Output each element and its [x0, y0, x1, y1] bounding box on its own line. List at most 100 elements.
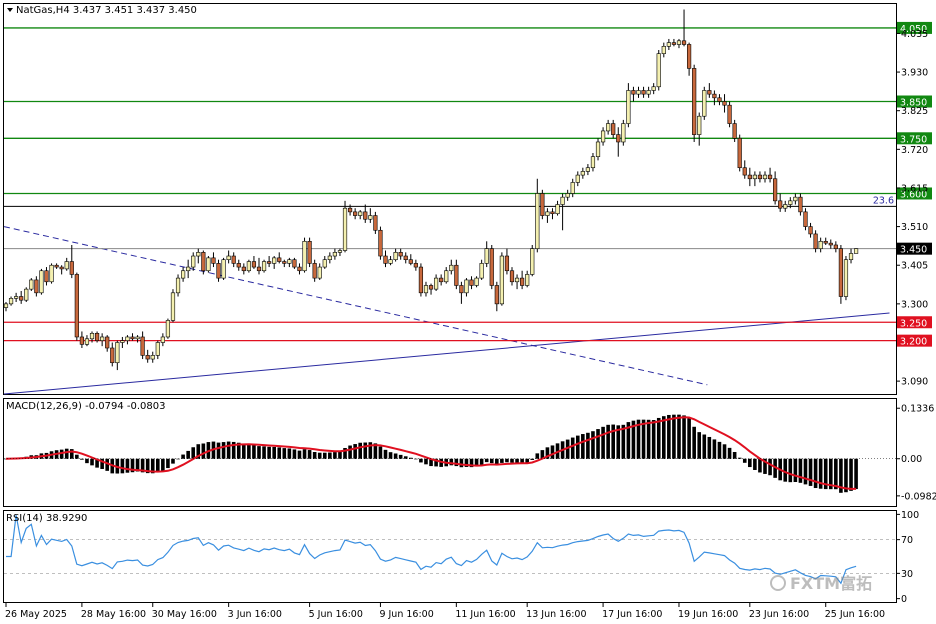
time-tick-label: 25 Jun 16:00	[825, 609, 885, 620]
candle-body	[272, 257, 277, 264]
candle-body	[474, 277, 479, 286]
candle-body	[24, 288, 29, 301]
candle-body	[752, 174, 757, 180]
candle-body	[692, 68, 697, 135]
candle-body	[297, 266, 302, 272]
candle-body	[327, 255, 332, 261]
candle-body	[565, 193, 570, 198]
candle-body	[322, 259, 327, 268]
candle-body	[256, 266, 262, 272]
candle-body	[317, 266, 322, 279]
macd-bar	[834, 458, 838, 490]
candle-body	[818, 241, 823, 249]
macd-bar	[171, 458, 175, 464]
macd-bar	[662, 416, 666, 459]
candle	[170, 289, 176, 323]
time-tick-label: 23 Jun 16:00	[749, 609, 809, 620]
macd-tick-label: 0.00	[901, 454, 922, 465]
macd-bar	[388, 452, 393, 459]
macd-bar	[191, 447, 196, 459]
candle	[853, 248, 859, 254]
macd-bar	[156, 458, 160, 473]
candle-body	[717, 97, 722, 102]
candle-body	[454, 264, 459, 286]
macd-bar	[312, 451, 317, 459]
candle-body	[803, 211, 808, 227]
macd-bar	[201, 443, 206, 459]
candle-body	[49, 264, 54, 283]
macd-bar	[768, 458, 772, 476]
candle-body	[686, 44, 692, 69]
candle-body	[459, 285, 464, 294]
rsi-header-text: RSI(14) 38.9290	[6, 513, 87, 524]
candle-body	[8, 298, 14, 305]
candle-body	[211, 257, 216, 264]
macd-bar	[687, 418, 691, 459]
price-axis: 4.035 3.930 3.825 3.720 3.615 3.510 3.405 3.300…	[896, 29, 928, 388]
candle-body	[808, 226, 813, 235]
candle-body	[499, 255, 504, 305]
candle-body	[110, 347, 115, 364]
macd-bar	[166, 458, 170, 469]
macd-bar	[646, 419, 651, 459]
candle-body	[525, 274, 530, 286]
candle-body	[267, 261, 272, 264]
time-tick-label: 19 Jun 16:00	[678, 609, 738, 620]
macd-bar	[226, 441, 231, 459]
candle-body	[590, 156, 596, 169]
candle-body	[631, 90, 636, 95]
candle-body	[221, 259, 226, 279]
candle-body	[170, 292, 176, 321]
macd-bar	[252, 444, 256, 459]
candle-body	[621, 123, 626, 143]
macd-bar	[378, 446, 383, 459]
macd-bar	[317, 452, 322, 459]
candle	[692, 64, 697, 142]
macd-bar	[358, 442, 362, 459]
rsi-pane[interactable]	[3, 510, 897, 603]
candle	[302, 237, 307, 273]
level-tag-label: 3.200	[900, 337, 927, 348]
macd-bar	[125, 458, 130, 473]
candle-body	[494, 285, 499, 305]
candle-body	[373, 215, 378, 231]
candle-body	[115, 342, 120, 364]
candle-body	[251, 261, 257, 268]
candle-body	[848, 253, 854, 261]
macd-bar	[742, 458, 747, 463]
candle-body	[439, 277, 444, 283]
candle-body	[120, 340, 125, 343]
candle-body	[514, 277, 520, 283]
macd-bar	[333, 452, 337, 459]
time-axis: 26 May 2025 28 May 16:00 30 May 16:00 3 Jun…	[5, 603, 885, 620]
macd-bar	[601, 426, 605, 459]
candle	[74, 272, 79, 341]
candle-body	[181, 270, 186, 279]
candle-body	[550, 211, 555, 215]
candle	[656, 49, 661, 91]
candle-body	[408, 259, 413, 264]
macd-bar	[717, 441, 722, 459]
candle-body	[160, 336, 165, 343]
candle-body	[347, 207, 353, 213]
candle-body	[813, 233, 818, 249]
candle	[838, 244, 843, 304]
macd-bar	[216, 442, 221, 459]
trading-chart[interactable]: 4.0503.8503.7503.6003.2503.20023.63.450 …	[0, 0, 936, 624]
candle	[727, 101, 732, 128]
candle-body	[14, 296, 19, 299]
macd-bar	[803, 458, 808, 485]
macd-bar	[505, 458, 509, 463]
macd-bar	[798, 458, 803, 483]
macd-header-text: MACD(12,26,9) -0.0794 -0.0803	[6, 401, 166, 412]
candle-body	[828, 242, 833, 246]
macd-bar	[692, 426, 696, 459]
macd-pane[interactable]	[3, 398, 897, 507]
rsi-tick-label: 100	[901, 510, 919, 521]
time-tick-label: 3 Jun 16:00	[228, 609, 282, 620]
time-tick-label: 30 May 16:00	[152, 609, 217, 620]
macd-bar	[297, 450, 302, 459]
macd-bar	[702, 434, 707, 459]
macd-bar	[272, 446, 276, 459]
macd-bar	[181, 454, 185, 459]
